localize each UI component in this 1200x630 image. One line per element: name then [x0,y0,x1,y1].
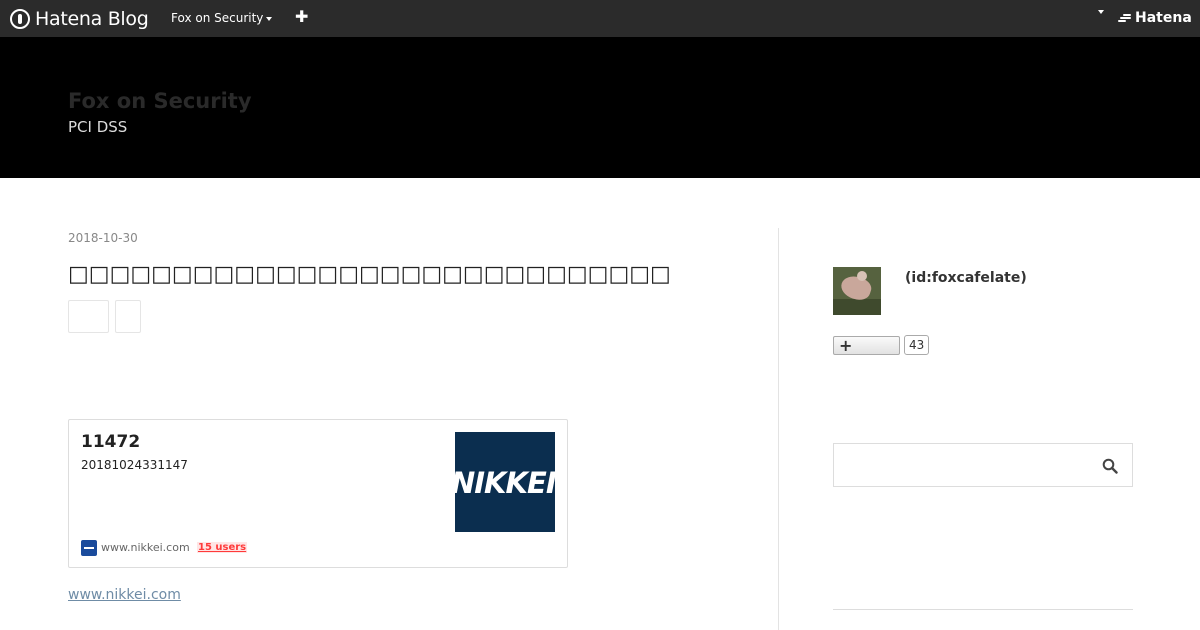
source-link[interactable]: www.nikkei.com [68,587,181,603]
entry-date[interactable]: 2018-10-30 [68,231,138,245]
blog-title[interactable]: Fox on Security [68,89,252,113]
blog-header: Fox on Security PCI DSS [0,37,1200,178]
user-menu-chevron-down-icon[interactable] [1098,10,1104,14]
embed-card-site[interactable]: www.nikkei.com [101,541,190,554]
profile-id[interactable]: (id:foxcafelate) [905,270,1027,286]
follower-count[interactable]: 43 [904,335,930,355]
site-favicon-icon [81,540,97,556]
embed-card-title[interactable]: 11472 [81,432,140,452]
follow-button[interactable]: + [833,336,900,355]
plus-icon[interactable]: ✚ [295,7,308,26]
hatena-brand-link[interactable]: Hatena [1118,10,1192,26]
hatena-brand-text: Hatena [1135,10,1192,26]
blog-switcher[interactable]: Fox on Security [171,11,273,25]
search-icon[interactable] [1102,458,1118,474]
hatena-blog-logo[interactable]: Hatena Blog [10,7,149,31]
share-button[interactable] [68,300,109,333]
embed-card-description: 20181024331147 [81,458,188,472]
blog-description: PCI DSS [68,118,128,136]
global-header: Hatena Blog Fox on Security ✚ Hatena [0,0,1200,37]
bookmark-users-badge[interactable]: 15 users [197,542,248,553]
chevron-down-icon [266,16,273,21]
embed-card[interactable]: 11472 20181024331147 NIKKEI www.nikkei.c… [68,419,568,568]
plus-icon: + [839,336,853,355]
column-divider [778,228,779,630]
entry-title[interactable]: □□□□□□□□□□□□□□□□□□□□□□□□□□□□□ [68,262,671,287]
hatena-blog-icon [10,9,30,29]
hatena-brand-icon [1118,13,1132,23]
search-input[interactable] [833,443,1133,487]
share-button-secondary[interactable] [115,300,141,333]
blog-switcher-label: Fox on Security [171,11,264,25]
embed-card-thumbnail[interactable]: NIKKEI [455,432,555,532]
nikkei-logo-text: NIKKEI [455,466,555,500]
profile-avatar[interactable] [833,267,881,315]
hatena-blog-logo-text: Hatena Blog [35,8,149,30]
sidebar-divider [833,609,1133,610]
